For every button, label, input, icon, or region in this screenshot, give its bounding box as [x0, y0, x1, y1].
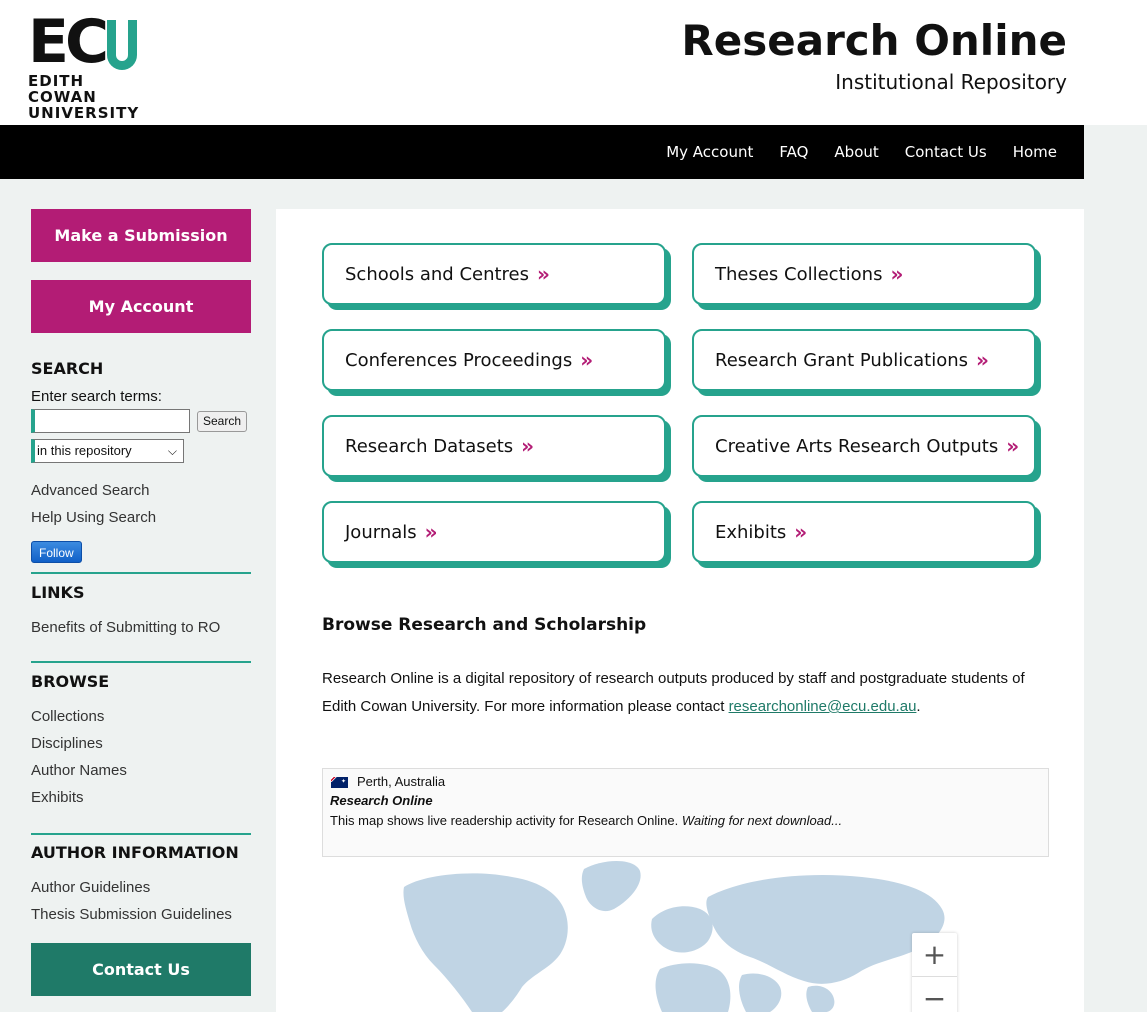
search-scope-select[interactable]: in this repository ⌵: [31, 439, 184, 463]
make-submission-button[interactable]: Make a Submission: [31, 209, 251, 262]
continent-europe: [651, 906, 713, 953]
tile-label: Schools and Centres: [345, 263, 530, 285]
location-text: Perth, Australia: [357, 774, 446, 789]
links-heading: LINKS: [31, 583, 85, 602]
tile-conferences-proceedings[interactable]: Conferences Proceedings »: [322, 329, 666, 391]
map-status: Waiting for next download...: [681, 813, 843, 828]
search-heading: SEARCH: [31, 359, 104, 378]
chevron-down-icon: ⌵: [167, 444, 177, 458]
main-content: Schools and Centres » Theses Collections…: [276, 209, 1084, 1012]
nav-about[interactable]: About: [821, 143, 891, 161]
intro-paragraph: Research Online is a digital repository …: [322, 665, 1052, 721]
location-row: Perth, Australia: [330, 773, 1041, 791]
author-guidelines-link[interactable]: Author Guidelines: [31, 874, 251, 901]
tile-label: Theses Collections: [715, 263, 883, 285]
continent-greenland: [581, 861, 641, 912]
search-row: Search: [31, 409, 251, 433]
tile-label: Research Datasets: [345, 435, 514, 457]
zoom-in-button[interactable]: +: [912, 933, 957, 976]
nav-contact-us[interactable]: Contact Us: [892, 143, 1000, 161]
double-chevron-right-icon: »: [1006, 434, 1019, 458]
region-arabia: [739, 973, 782, 1012]
tile-label: Exhibits: [715, 521, 787, 543]
zoom-out-button[interactable]: −: [912, 976, 957, 1012]
browse-heading: BROWSE: [31, 672, 110, 691]
map-title: Research Online: [330, 793, 433, 808]
help-search-link[interactable]: Help Using Search: [31, 504, 251, 531]
contact-email-link[interactable]: researchonline@ecu.edu.au: [729, 698, 917, 715]
continent-africa: [655, 963, 731, 1012]
tile-journals[interactable]: Journals »: [322, 501, 666, 563]
browse-author-names-link[interactable]: Author Names: [31, 757, 251, 784]
search-input[interactable]: [31, 409, 190, 433]
nav-home[interactable]: Home: [1000, 143, 1070, 161]
logo-line-1: EDITH COWAN: [28, 72, 97, 106]
site-title-block: Research Online Institutional Repository: [681, 18, 1067, 96]
follow-button[interactable]: Follow: [31, 541, 82, 563]
benefits-link[interactable]: Benefits of Submitting to RO: [31, 614, 251, 641]
browse-collections-link[interactable]: Collections: [31, 703, 251, 730]
double-chevron-right-icon: »: [537, 262, 550, 286]
tile-label: Conferences Proceedings: [345, 349, 573, 371]
double-chevron-right-icon: »: [521, 434, 534, 458]
divider: [31, 661, 251, 663]
divider: [31, 572, 251, 574]
double-chevron-right-icon: »: [890, 262, 903, 286]
tile-schools-centres[interactable]: Schools and Centres »: [322, 243, 666, 305]
top-navbar: My Account FAQ About Contact Us Home: [0, 125, 1084, 179]
advanced-search-link[interactable]: Advanced Search: [31, 477, 251, 504]
double-chevron-right-icon: »: [580, 348, 593, 372]
region-india: [806, 985, 835, 1012]
search-scope-value: in this repository: [37, 443, 132, 458]
tile-research-datasets[interactable]: Research Datasets »: [322, 415, 666, 477]
nav-links: My Account FAQ About Contact Us Home: [653, 125, 1070, 179]
nav-my-account[interactable]: My Account: [653, 143, 766, 161]
browse-heading-main: Browse Research and Scholarship: [322, 615, 647, 635]
site-title: Research Online: [681, 16, 1067, 65]
tile-exhibits[interactable]: Exhibits »: [692, 501, 1036, 563]
map-description-text: This map shows live readership activity …: [330, 813, 682, 828]
logo-line-2: UNIVERSITY: [28, 104, 140, 122]
divider: [31, 833, 251, 835]
ecu-logo[interactable]: EC EDITH COWAN UNIVERSITY: [28, 7, 148, 121]
australia-flag-icon: [331, 776, 348, 788]
author-info-heading: AUTHOR INFORMATION: [31, 843, 239, 862]
double-chevron-right-icon: »: [976, 348, 989, 372]
readership-map-panel: Perth, Australia Research Online This ma…: [322, 768, 1049, 857]
tile-label: Creative Arts Research Outputs: [715, 435, 999, 457]
logo-mark-text: EC: [28, 7, 109, 77]
thesis-guidelines-link[interactable]: Thesis Submission Guidelines: [31, 901, 251, 928]
tile-label: Journals: [345, 521, 417, 543]
map-zoom-controls: + −: [912, 933, 957, 1012]
browse-exhibits-link[interactable]: Exhibits: [31, 784, 251, 811]
search-prompt: Enter search terms:: [31, 388, 162, 405]
logo-mark: EC: [28, 7, 148, 77]
site-subtitle: Institutional Repository: [835, 70, 1067, 94]
continent-north-america: [403, 873, 568, 1012]
map-description: This map shows live readership activity …: [330, 811, 1041, 831]
tile-creative-arts[interactable]: Creative Arts Research Outputs »: [692, 415, 1036, 477]
intro-end: .: [916, 698, 921, 715]
tile-theses-collections[interactable]: Theses Collections »: [692, 243, 1036, 305]
sidebar: Make a Submission My Account SEARCH Ente…: [31, 209, 251, 996]
tile-research-grant-publications[interactable]: Research Grant Publications »: [692, 329, 1036, 391]
my-account-button[interactable]: My Account: [31, 280, 251, 333]
site-header: EC EDITH COWAN UNIVERSITY Research Onlin…: [0, 0, 1147, 125]
browse-disciplines-link[interactable]: Disciplines: [31, 730, 251, 757]
double-chevron-right-icon: »: [794, 520, 807, 544]
double-chevron-right-icon: »: [424, 520, 438, 544]
continent-asia: [706, 875, 945, 984]
nav-faq[interactable]: FAQ: [766, 143, 821, 161]
tile-label: Research Grant Publications: [715, 349, 969, 371]
logo-u-shape: [107, 20, 138, 70]
contact-us-button[interactable]: Contact Us: [31, 943, 251, 996]
search-button[interactable]: Search: [197, 410, 248, 432]
